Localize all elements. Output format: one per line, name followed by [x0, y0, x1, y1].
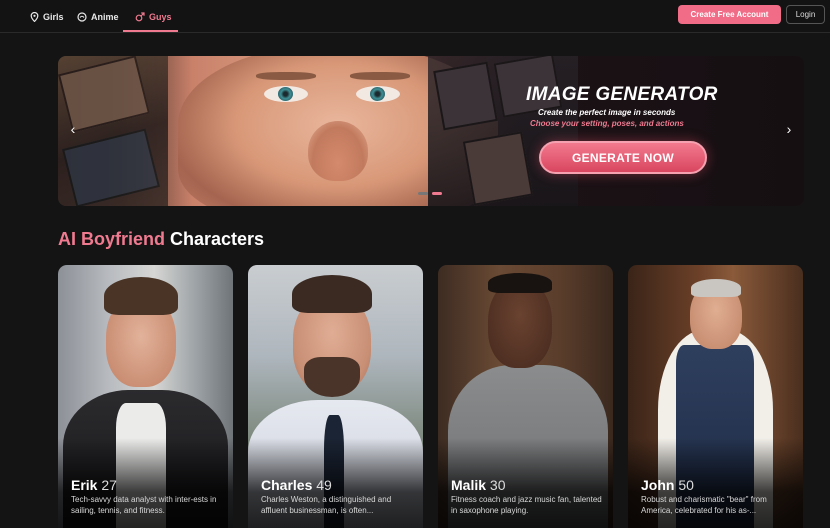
- create-free-account-button[interactable]: Create Free Account: [678, 5, 781, 24]
- character-age: 27: [101, 477, 117, 493]
- character-name: John 50: [641, 477, 694, 493]
- carousel-dot-active[interactable]: [432, 192, 442, 195]
- character-name-text: Malik: [451, 477, 487, 493]
- carousel-next-icon[interactable]: ›: [780, 120, 798, 138]
- banner-subtitle: Create the perfect image in seconds: [538, 108, 676, 117]
- carousel-dot[interactable]: [418, 192, 428, 195]
- nav-tab-girls[interactable]: Girls: [29, 0, 64, 33]
- character-card-john[interactable]: John 50 Robust and charismatic "bear" fr…: [628, 265, 803, 528]
- section-title-highlight: AI Boyfriend: [58, 229, 166, 249]
- character-description: Tech-savvy data analyst with inter-ests …: [71, 495, 217, 515]
- portrait-nose: [308, 121, 368, 181]
- character-name: Erik 27: [71, 477, 117, 493]
- character-name-text: Erik: [71, 477, 98, 493]
- section-title-rest: Characters: [165, 229, 265, 249]
- card-photo-figure: [691, 279, 741, 297]
- location-pin-icon: [29, 11, 39, 22]
- section-title: AI Boyfriend Characters: [58, 229, 264, 250]
- banner-tagline: Choose your setting, poses, and actions: [530, 119, 684, 128]
- character-card-erik[interactable]: Erik 27 Tech-savvy data analyst with int…: [58, 265, 233, 528]
- character-description: Charles Weston, a distinguished and affl…: [261, 495, 392, 515]
- nav-tab-label: Anime: [91, 11, 119, 22]
- character-name-text: Charles: [261, 477, 313, 493]
- portrait-brow: [350, 72, 410, 80]
- male-icon: [135, 11, 145, 22]
- generate-now-button[interactable]: GENERATE NOW: [539, 141, 707, 174]
- portrait-eye: [264, 86, 308, 102]
- active-tab-indicator: [123, 30, 178, 32]
- card-photo-figure: [292, 275, 372, 313]
- login-button[interactable]: Login: [786, 5, 825, 24]
- card-photo-figure: [488, 280, 552, 368]
- character-card-charles[interactable]: Charles 49 Charles Weston, a distinguish…: [248, 265, 423, 528]
- card-photo-figure: [304, 357, 360, 397]
- banner-collage-right: [428, 56, 578, 206]
- carousel-dots: [418, 192, 442, 195]
- portrait-eye: [356, 86, 400, 102]
- character-name-text: John: [641, 477, 675, 493]
- character-description: Fitness coach and jazz music fan, talent…: [451, 495, 602, 515]
- character-description: Robust and charismatic "bear" from Ameri…: [641, 495, 767, 515]
- nav-tab-label: Guys: [149, 11, 172, 22]
- nav-tab-label: Girls: [43, 11, 64, 22]
- top-navigation: Girls Anime Guys Create Free Account Log…: [0, 0, 830, 33]
- carousel-prev-icon[interactable]: ‹: [64, 120, 82, 138]
- collage-photo: [462, 131, 534, 206]
- nav-tab-guys[interactable]: Guys: [135, 0, 172, 33]
- character-age: 49: [316, 477, 332, 493]
- character-name: Charles 49: [261, 477, 332, 493]
- nav-tab-anime[interactable]: Anime: [77, 0, 119, 33]
- card-photo-figure: [104, 277, 178, 315]
- banner-title: IMAGE GENERATOR: [526, 84, 718, 105]
- image-generator-banner[interactable]: ‹ › IMAGE GENERATOR Create the perfect i…: [58, 56, 804, 206]
- character-age: 30: [489, 477, 506, 493]
- character-age: 50: [678, 477, 694, 493]
- anime-icon: [77, 11, 87, 22]
- card-photo-figure: [488, 273, 552, 293]
- collage-photo: [433, 61, 498, 131]
- collage-photo: [62, 128, 160, 206]
- portrait-brow: [256, 72, 316, 80]
- character-card-malik[interactable]: Malik 30 Fitness coach and jazz music fa…: [438, 265, 613, 528]
- character-name: Malik 30: [451, 477, 505, 493]
